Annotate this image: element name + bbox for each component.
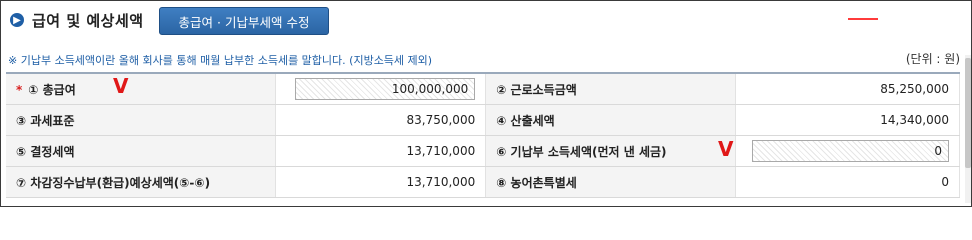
table-row: ③ 과세표준 83,750,000 ④ 산출세액 14,340,000: [6, 104, 961, 136]
rural-special-tax-label: ⑧ 농어촌특별세: [485, 166, 736, 198]
section-title: 급여 및 예상세액: [32, 11, 144, 30]
vertical-scrollbar[interactable]: [965, 55, 971, 203]
calculated-tax-value: 14,340,000: [734, 104, 961, 136]
rural-special-tax-value: 0: [734, 166, 961, 198]
tax-base-label: ③ 과세표준: [6, 104, 276, 136]
total-salary-input[interactable]: 100,000,000: [295, 78, 476, 100]
row-value: 100,000,000: [275, 73, 487, 105]
annotation-mark-v: V: [113, 74, 129, 98]
estimated-tax-label: ⑦ 차감징수납부(환급)예상세액(⑤-⑥): [6, 166, 276, 198]
scrollbar-thumb[interactable]: [965, 58, 971, 168]
prepaid-tax-label: ⑥ 기납부 소득세액(먼저 낸 세금): [485, 135, 736, 167]
table-row: ⑦ 차감징수납부(환급)예상세액(⑤-⑥) 13,710,000 ⑧ 농어촌특별…: [6, 166, 961, 198]
table-row: * ① 총급여 100,000,000 ② 근로소득금액 85,250,000: [6, 73, 961, 105]
row-label: * ① 총급여: [6, 73, 276, 105]
edit-salary-button[interactable]: 총급여 · 기납부세액 수정: [159, 7, 329, 35]
prepaid-tax-input[interactable]: 0: [752, 140, 949, 162]
info-note: ※ 기납부 소득세액이란 올해 회사를 통해 매월 납부한 소득세를 말합니다.…: [8, 54, 433, 67]
estimated-tax-value: 13,710,000: [275, 166, 487, 198]
determined-tax-value: 13,710,000: [275, 135, 487, 167]
calculated-tax-label: ④ 산출세액: [485, 104, 736, 136]
annotation-mark-v: V: [718, 137, 734, 161]
row-value: 0: [734, 135, 961, 167]
total-salary-label: ① 총급여: [28, 82, 76, 97]
tax-table: * ① 총급여 100,000,000 ② 근로소득금액 85,250,000 ③…: [6, 72, 961, 198]
arrow-circle-icon: ▶: [10, 13, 24, 27]
table-row: ⑤ 결정세액 13,710,000 ⑥ 기납부 소득세액(먼저 낸 세금) 0: [6, 135, 961, 167]
tax-base-value: 83,750,000: [275, 104, 487, 136]
earned-income-label: ② 근로소득금액: [485, 73, 736, 105]
required-star: *: [16, 82, 23, 97]
section-header: ▶ 급여 및 예상세액: [10, 8, 144, 32]
unit-label: (단위 : 원): [905, 52, 960, 66]
earned-income-value: 85,250,000: [734, 73, 961, 105]
annotation-mark: [848, 18, 878, 20]
determined-tax-label: ⑤ 결정세액: [6, 135, 276, 167]
